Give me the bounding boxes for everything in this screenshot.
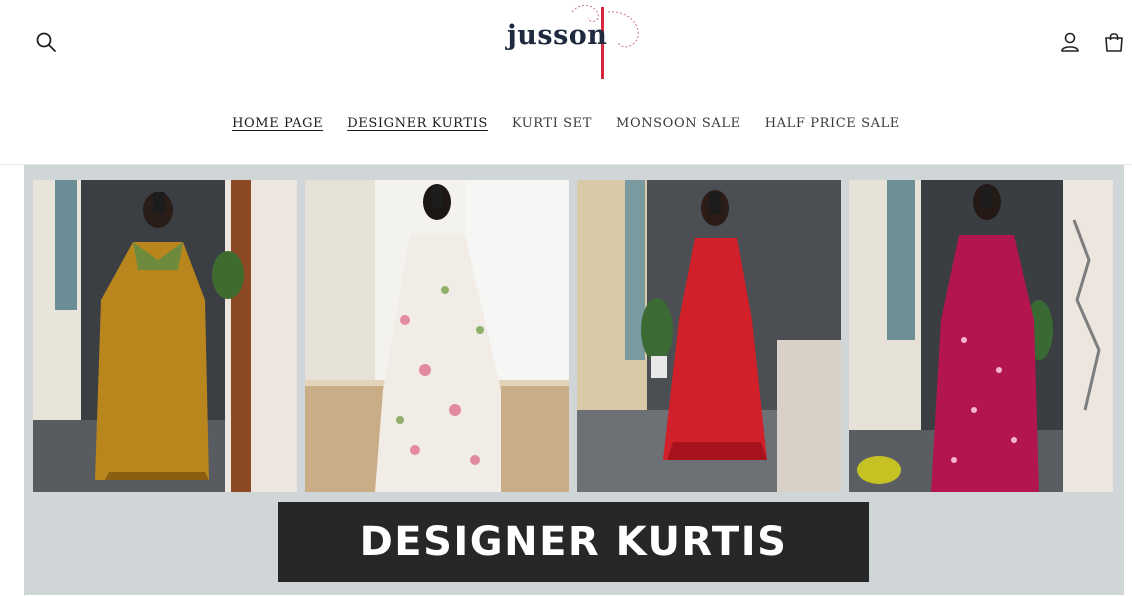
- banner-caption-text: DESIGNER KURTIS: [359, 519, 788, 565]
- nav-item-kurti-set[interactable]: KURTI SET: [512, 114, 592, 133]
- banner-caption: DESIGNER KURTIS: [278, 502, 869, 582]
- account-button[interactable]: [1055, 27, 1085, 57]
- main-nav: HOME PAGE DESIGNER KURTIS KURTI SET MONS…: [0, 114, 1132, 133]
- logo-text: jusson: [507, 20, 608, 51]
- banner-photo-row: [33, 180, 1113, 492]
- nav-item-home-page[interactable]: HOME PAGE: [232, 114, 323, 133]
- site-header: jusson HOME PAGE DESIGNER KURTIS KURTI S…: [0, 0, 1132, 164]
- hero-banner[interactable]: DESIGNER KURTIS: [24, 165, 1124, 595]
- cart-button[interactable]: [1099, 27, 1129, 57]
- search-button[interactable]: [31, 27, 61, 57]
- brand-logo[interactable]: jusson: [500, 2, 650, 84]
- nav-item-designer-kurtis[interactable]: DESIGNER KURTIS: [347, 114, 488, 133]
- banner-photo-1: [33, 180, 297, 492]
- banner-photo-3: [577, 180, 841, 492]
- nav-item-monsoon-sale[interactable]: MONSOON SALE: [616, 114, 741, 133]
- banner-photo-2: [305, 180, 569, 492]
- nav-item-half-price-sale[interactable]: HALF PRICE SALE: [765, 114, 900, 133]
- page-gutter: [0, 165, 25, 596]
- user-icon: [1061, 32, 1079, 52]
- banner-photo-4: [849, 180, 1113, 492]
- search-icon: [36, 32, 56, 52]
- cart-icon: [1105, 33, 1123, 52]
